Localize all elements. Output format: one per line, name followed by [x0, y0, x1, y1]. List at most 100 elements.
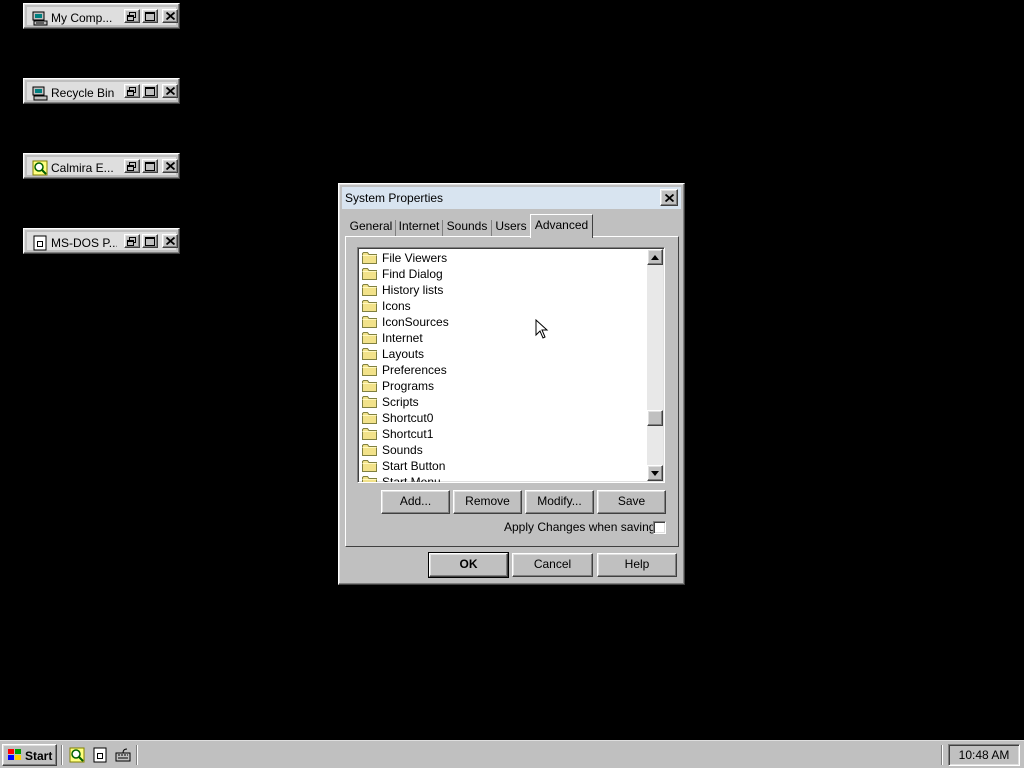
list-item-label: Start Menu [382, 475, 441, 483]
restore-button[interactable] [124, 9, 140, 23]
list-item[interactable]: Icons [361, 298, 647, 314]
minimized-window-calmira-explorer[interactable]: Calmira E... [23, 153, 180, 179]
list-item[interactable]: Scripts [361, 394, 647, 410]
clock-time: 10:48 AM [958, 748, 1010, 762]
help-button[interactable]: Help [597, 553, 677, 577]
windows-logo-icon [8, 749, 21, 760]
close-icon [165, 12, 175, 20]
maximize-button[interactable] [142, 84, 158, 98]
dialog-close-button[interactable] [660, 189, 678, 206]
list-item-label: History lists [382, 283, 444, 297]
restore-button[interactable] [124, 234, 140, 248]
list-item[interactable]: Preferences [361, 362, 647, 378]
list-item[interactable]: File Viewers [361, 250, 647, 266]
arrow-up-icon [651, 254, 659, 260]
scroll-up-button[interactable] [647, 249, 663, 265]
close-icon [165, 162, 175, 170]
close-button[interactable] [162, 159, 178, 173]
list-items-container: File Viewers Find Dialog History lists Icon… [361, 250, 647, 483]
explorer-magnifier-icon [32, 160, 48, 176]
list-item-label: Shortcut0 [382, 411, 434, 425]
minimized-window-title: My Comp... [51, 11, 113, 25]
list-item[interactable]: Start Button [361, 458, 647, 474]
tab-label: General [349, 219, 393, 233]
list-item[interactable]: Find Dialog [361, 266, 647, 282]
scroll-down-button[interactable] [647, 465, 663, 481]
tab-users[interactable]: Users [493, 217, 529, 237]
tab-label: Sounds [446, 219, 488, 233]
list-item[interactable]: Start Menu [361, 474, 647, 483]
help-button-label: Help [624, 557, 650, 571]
msdos-prompt-icon [33, 235, 47, 251]
start-button[interactable]: Start [2, 744, 57, 766]
close-button[interactable] [162, 9, 178, 23]
restore-icon [127, 86, 136, 96]
list-item-label: Shortcut1 [382, 427, 434, 441]
close-icon [165, 237, 175, 245]
explorer-magnifier-icon[interactable] [69, 747, 85, 763]
list-item-label: Sounds [382, 443, 423, 457]
list-item[interactable]: Shortcut0 [361, 410, 647, 426]
restore-icon [127, 11, 136, 21]
add-button[interactable]: Add... [381, 490, 450, 514]
settings-section-list[interactable]: File Viewers Find Dialog History lists Icon… [357, 247, 665, 483]
dialog-titlebar[interactable]: System Properties [342, 187, 681, 209]
folder-icon [362, 252, 377, 264]
vertical-scrollbar[interactable] [647, 249, 663, 481]
folder-icon [362, 380, 377, 392]
cancel-button[interactable]: Cancel [512, 553, 593, 577]
close-button[interactable] [162, 234, 178, 248]
list-item[interactable]: Shortcut1 [361, 426, 647, 442]
remove-button[interactable]: Remove [453, 490, 522, 514]
maximize-button[interactable] [142, 234, 158, 248]
minimized-window-my-computer[interactable]: My Comp... [23, 3, 180, 29]
modify-button-label: Modify... [537, 494, 582, 508]
tab-internet[interactable]: Internet [397, 217, 441, 237]
apply-changes-checkbox[interactable] [653, 521, 666, 534]
clock[interactable]: 10:48 AM [948, 744, 1020, 766]
folder-icon [362, 316, 377, 328]
minimized-window-recycle-bin[interactable]: Recycle Bin [23, 78, 180, 104]
ok-button[interactable]: OK [428, 552, 509, 578]
list-item-label: Programs [382, 379, 435, 393]
modify-button[interactable]: Modify... [525, 490, 594, 514]
list-item[interactable]: Internet [361, 330, 647, 346]
save-button[interactable]: Save [597, 490, 666, 514]
remove-button-label: Remove [465, 494, 510, 508]
restore-button[interactable] [124, 84, 140, 98]
list-item[interactable]: IconSources [361, 314, 647, 330]
minimized-window-title-area[interactable]: Calmira E... [27, 157, 178, 176]
folder-icon [362, 396, 377, 408]
minimized-window-msdos-prompt[interactable]: MS-DOS P... [23, 228, 180, 254]
close-icon [664, 193, 674, 202]
list-item-label: Internet [382, 331, 423, 345]
list-item[interactable]: Layouts [361, 346, 647, 362]
folder-icon [362, 364, 377, 376]
tab-general[interactable]: General [348, 217, 394, 237]
list-item[interactable]: Programs [361, 378, 647, 394]
close-button[interactable] [162, 84, 178, 98]
list-item-label: Scripts [382, 395, 419, 409]
folder-icon [362, 332, 377, 344]
restore-button[interactable] [124, 159, 140, 173]
maximize-button[interactable] [142, 159, 158, 173]
tab-label: Internet [398, 219, 440, 233]
scroll-thumb[interactable] [647, 410, 663, 426]
list-item[interactable]: History lists [361, 282, 647, 298]
minimized-window-title-area[interactable]: MS-DOS P... [27, 232, 178, 251]
minimized-window-title-area[interactable]: Recycle Bin [27, 82, 178, 101]
tab-separator [491, 220, 492, 236]
tab-advanced[interactable]: Advanced [530, 214, 593, 238]
save-button-label: Save [617, 494, 646, 508]
list-item-label: Icons [382, 299, 411, 313]
minimized-window-title: MS-DOS P... [51, 236, 117, 250]
msdos-prompt-icon[interactable] [92, 747, 108, 763]
maximize-icon [145, 161, 155, 171]
minimized-window-title-area[interactable]: My Comp... [27, 7, 178, 26]
tab-separator [395, 220, 396, 236]
maximize-button[interactable] [142, 9, 158, 23]
list-item[interactable]: Sounds [361, 442, 647, 458]
tab-sounds[interactable]: Sounds [444, 217, 490, 237]
keyboard-icon[interactable] [115, 747, 131, 763]
folder-icon [362, 476, 377, 482]
